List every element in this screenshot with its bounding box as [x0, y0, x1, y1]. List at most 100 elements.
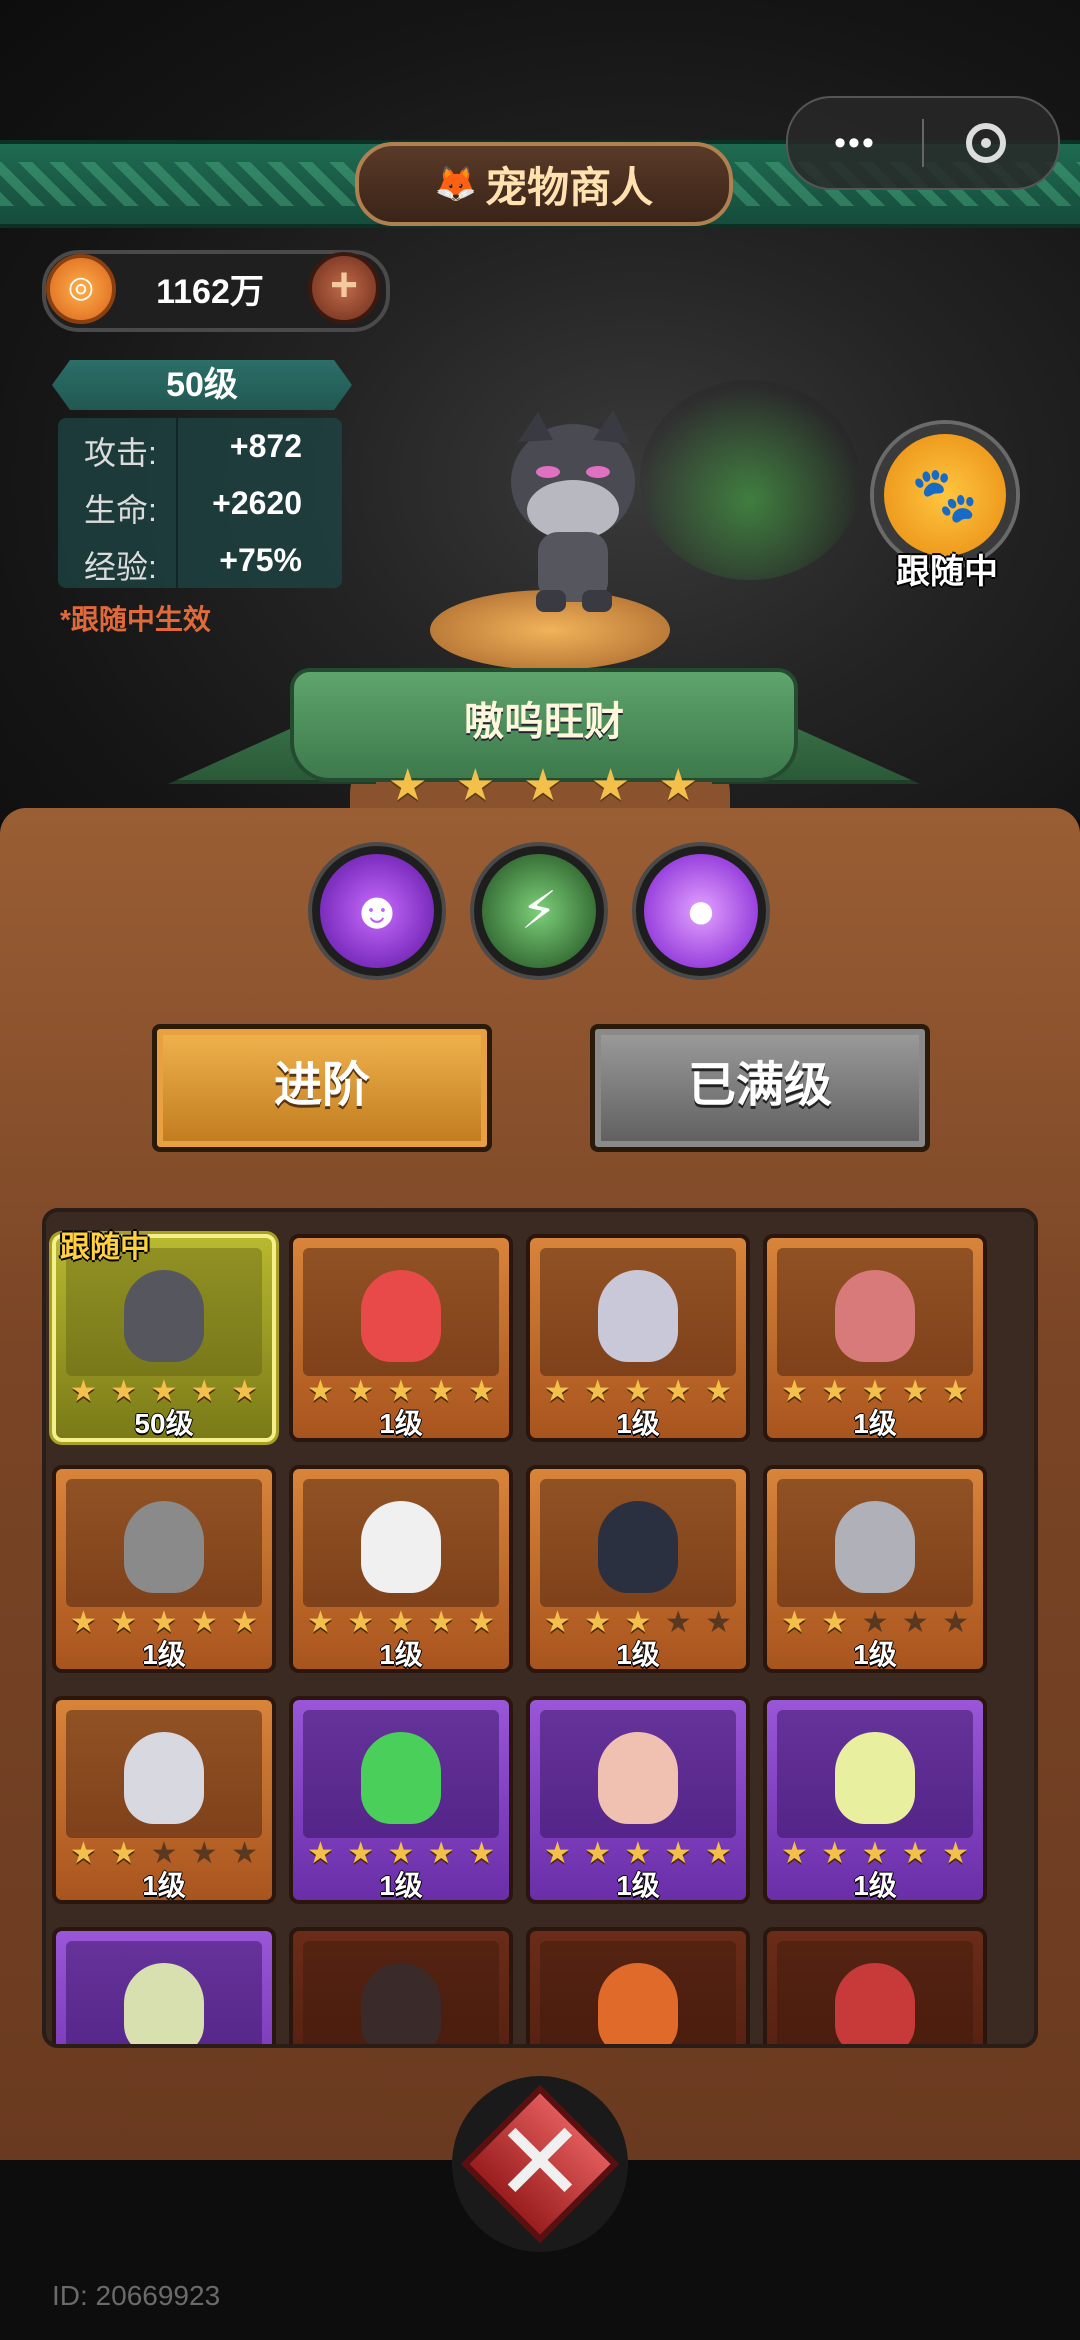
stats-panel: 攻击: +872 生命: +2620 经验: +75% [58, 418, 342, 588]
follow-status-label: 跟随中 [896, 553, 998, 591]
stat-value: +872 [229, 428, 302, 464]
pet-card[interactable] [289, 1927, 513, 2044]
pet-card[interactable]: ★ ★ ★ ★ ★ 1级 [52, 1465, 276, 1673]
skill-claw-icon: ⚡ [520, 882, 558, 940]
dog-head-icon: 🦊 [434, 165, 478, 203]
pet-card[interactable]: ★ ★ ★ ★ ★ 1级 [289, 1696, 513, 1904]
stat-label: 经验: [84, 549, 157, 585]
pet-card[interactable]: ★ ★ ★ ★ ★ 1级 [526, 1696, 750, 1904]
pet-card-portrait-frame [777, 1710, 973, 1838]
cauldron-glow [640, 380, 860, 580]
chick-pet-icon [835, 1732, 915, 1824]
card-level: 1级 [616, 1408, 660, 1439]
stat-value: +75% [219, 542, 302, 578]
pet-card-portrait-frame [303, 1479, 499, 1607]
card-level: 1级 [616, 1870, 660, 1901]
skill-orb-button[interactable]: ● [636, 846, 766, 976]
pet-card-portrait-frame [66, 1479, 262, 1607]
coin-icon: ◎ [46, 254, 116, 324]
daruma-pet-icon [835, 1963, 915, 2044]
pet-card[interactable]: ★ ★ ★ ★ ★ 1级 [763, 1465, 987, 1673]
gauntlet-pet-icon [124, 1732, 204, 1824]
card-level: 1级 [853, 1870, 897, 1901]
skill-shadow-icon: ☻ [349, 882, 405, 940]
stat-label: 攻击: [84, 435, 157, 471]
mini-program-capsule: ••• [786, 96, 1060, 190]
card-level: 1级 [142, 1639, 186, 1670]
card-level: 1级 [379, 1408, 423, 1439]
pet-card[interactable]: ★ ★ ★ ★ ★ 1级 [526, 1465, 750, 1673]
pet-card[interactable]: ★ ★ ★ ★ ★ 1级 [289, 1234, 513, 1442]
more-button[interactable]: ••• [788, 124, 922, 163]
add-currency-button[interactable]: + [308, 252, 380, 324]
stat-label: 生命: [84, 492, 157, 528]
pet-card[interactable]: ★ ★ ★ ★ ★ 1级 [52, 1696, 276, 1904]
max-level-button[interactable]: 已满级 [590, 1024, 930, 1152]
clown-pet-icon [361, 1270, 441, 1362]
advance-button[interactable]: 进阶 [152, 1024, 492, 1152]
pet-card-portrait-frame [66, 1248, 262, 1376]
follow-effect-note: *跟随中生效 [60, 604, 211, 635]
owl-pet-icon [124, 1963, 204, 2044]
pet-card[interactable] [52, 1927, 276, 2044]
pet-card[interactable] [526, 1927, 750, 2044]
pet-card-portrait-frame [540, 1248, 736, 1376]
pig-pet-icon [835, 1270, 915, 1362]
pet-card-portrait-frame [540, 1479, 736, 1607]
pet-card[interactable] [763, 1927, 987, 2044]
star-icon: ★ [388, 761, 428, 810]
card-level: 1级 [379, 1639, 423, 1670]
pet-card[interactable]: ★ ★ ★ ★ ★ 1级 [289, 1465, 513, 1673]
monkey-pet-icon [124, 1501, 204, 1593]
close-program-icon[interactable] [966, 123, 1006, 163]
pet-card-portrait-frame [777, 1941, 973, 2044]
crow-pet-icon [598, 1501, 678, 1593]
pet-grid: ★ ★ ★ ★ ★ 50级 ★ ★ ★ ★ ★ 1级 ★ ★ ★ ★ ★ 1级 ★ ★ ★ ★ ★ 1级 ★ ★ ★ ★ ★ 1级 ★ ★ ★ ★… [42, 1208, 1038, 2048]
pet-card[interactable]: ★ ★ ★ ★ ★ 1级 [526, 1234, 750, 1442]
card-level: 1级 [853, 1639, 897, 1670]
pet-card-portrait-frame [777, 1479, 973, 1607]
user-id: ID: 20669923 [52, 2280, 221, 2311]
pet-card-portrait-frame [66, 1710, 262, 1838]
black-dog-pet-icon [124, 1270, 204, 1362]
duck-pet-icon [361, 1501, 441, 1593]
title-plate: 🦊 宠物商人 [355, 142, 733, 226]
stat-row-attack: 攻击: +872 [58, 418, 342, 474]
star-icon: ★ [590, 761, 631, 810]
pet-level: 50级 [52, 360, 352, 410]
star-icon: ★ [658, 761, 698, 810]
star-icon: ★ [523, 761, 563, 810]
stat-row-exp: 经验: +75% [58, 532, 342, 588]
pet-card-portrait-frame [777, 1248, 973, 1376]
pet-card[interactable]: ★ ★ ★ ★ ★ 1级 [763, 1234, 987, 1442]
following-tag: 跟随中 [60, 1231, 150, 1264]
card-level: 1级 [142, 1870, 186, 1901]
skill-claw-button[interactable]: ⚡ [474, 846, 604, 976]
card-level: 1级 [616, 1639, 660, 1670]
knight-pet-icon [835, 1501, 915, 1593]
card-level: 1级 [379, 1870, 423, 1901]
star-icon: ★ [455, 761, 496, 810]
black-dog-pet-icon [511, 410, 635, 612]
pet-star-rating: ★ ★ ★ ★ ★ [388, 760, 698, 811]
chomper-pet-icon [361, 1963, 441, 2044]
skill-shadow-button[interactable]: ☻ [312, 846, 442, 976]
capsule-divider [922, 119, 924, 167]
chicken-pet-icon [598, 1732, 678, 1824]
skill-orb-icon: ● [685, 882, 717, 940]
pet-card-portrait-frame [303, 1941, 499, 2044]
stat-value: +2620 [212, 485, 302, 521]
card-level: 50级 [134, 1408, 194, 1439]
close-icon: ✕ [493, 2101, 587, 2224]
pet-card-portrait-frame [540, 1710, 736, 1838]
pet-card-portrait-frame [303, 1710, 499, 1838]
page-title: 宠物商人 [485, 163, 654, 211]
pet-card-portrait-frame [303, 1248, 499, 1376]
card-level: 1级 [853, 1408, 897, 1439]
currency-amount: 1162万 [156, 273, 264, 311]
frog-pet-icon [361, 1732, 441, 1824]
pet-card[interactable]: ★ ★ ★ ★ ★ 1级 [763, 1696, 987, 1904]
pet-card-portrait-frame [66, 1941, 262, 2044]
pet-card-portrait-frame [540, 1941, 736, 2044]
dragon-pet-icon [598, 1963, 678, 2044]
